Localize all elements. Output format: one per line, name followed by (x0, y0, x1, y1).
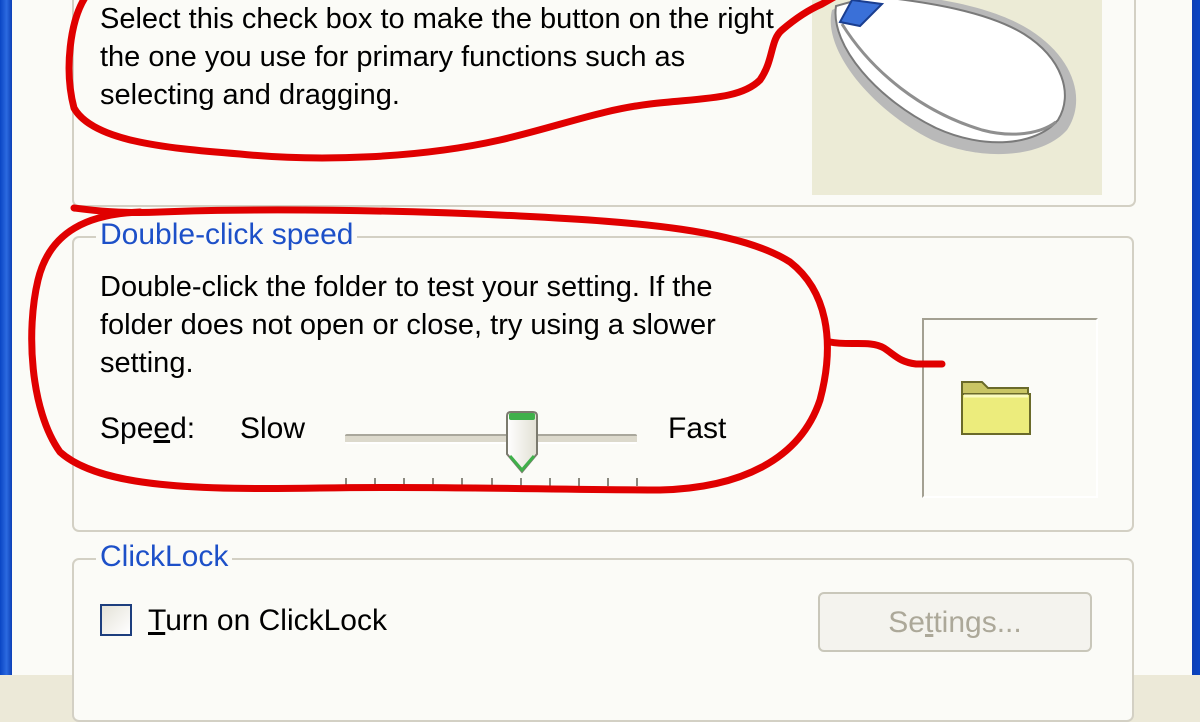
slow-label: Slow (240, 412, 306, 445)
switch-buttons-description: Select this check box to make the button… (100, 3, 774, 111)
speed-slider-thumb[interactable] (504, 410, 540, 476)
double-click-speed-legend: Double-click speed (96, 218, 358, 252)
clicklock-checkbox[interactable] (100, 604, 132, 636)
speed-label: Speed: (100, 412, 196, 445)
mouse-icon (830, 0, 1077, 155)
window-frame-right (1192, 0, 1200, 675)
speed-slider-track[interactable] (345, 434, 637, 444)
clicklock-legend: ClickLock (96, 540, 233, 574)
mouse-preview-panel (812, 0, 1102, 195)
folder-icon[interactable] (958, 372, 1034, 440)
clicklock-settings-button[interactable]: Settings... (818, 592, 1092, 652)
fast-label: Fast (668, 412, 727, 445)
speed-slider-ticks (345, 478, 638, 486)
clicklock-checkbox-label[interactable]: Turn on ClickLock (148, 604, 387, 638)
double-click-description: Double-click the folder to test your set… (100, 271, 716, 379)
window-frame-left (0, 0, 12, 675)
